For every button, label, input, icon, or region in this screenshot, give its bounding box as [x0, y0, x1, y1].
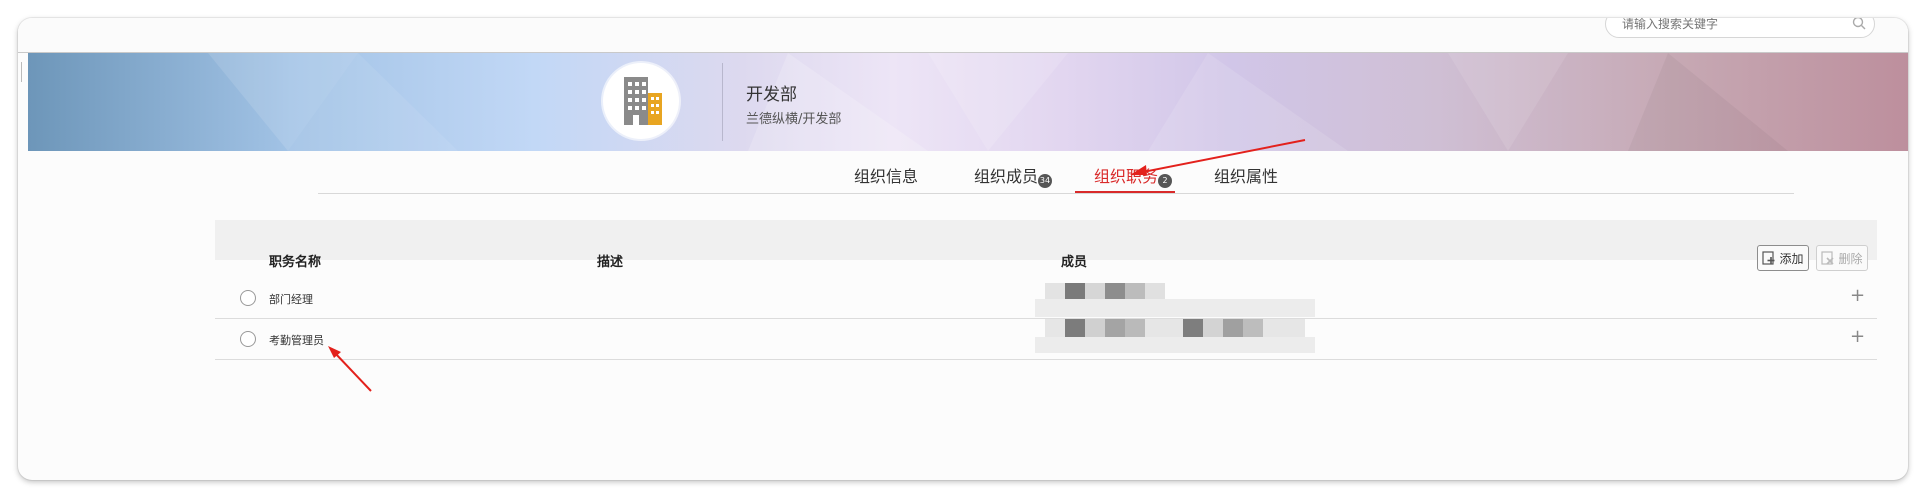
delete-icon — [1821, 251, 1835, 265]
add-icon — [1762, 251, 1775, 265]
members-count-badge: 34 — [1038, 174, 1052, 188]
row-divider — [215, 359, 1877, 360]
top-bar — [18, 18, 1908, 53]
tab-org-members[interactable]: 组织成员 — [974, 163, 1038, 187]
add-member-button[interactable]: + — [1850, 326, 1865, 347]
row-select-radio[interactable] — [240, 290, 256, 306]
positions-count-badge: 2 — [1158, 174, 1172, 188]
delete-button-label: 删除 — [1838, 251, 1863, 266]
active-tab-indicator — [1075, 191, 1175, 193]
search-input[interactable] — [1620, 18, 1844, 37]
banner-divider — [722, 63, 723, 141]
search-icon[interactable] — [1852, 18, 1866, 30]
org-banner: 开发部 兰德纵横/开发部 — [28, 53, 1908, 151]
row-select-radio[interactable] — [240, 331, 256, 347]
building-icon — [624, 77, 662, 125]
org-path: 兰德纵横/开发部 — [746, 112, 842, 127]
tab-org-info[interactable]: 组织信息 — [854, 163, 918, 187]
tab-org-positions[interactable]: 组织职务 — [1094, 163, 1158, 187]
position-name: 部门经理 — [269, 293, 313, 306]
org-name: 开发部 — [746, 85, 797, 105]
header-position-name: 职务名称 — [269, 255, 322, 270]
sidebar-edge — [21, 62, 22, 82]
members-redacted — [1035, 319, 1315, 353]
delete-button[interactable]: 删除 — [1816, 245, 1868, 271]
tabs-divider — [318, 193, 1794, 194]
banner-pattern — [208, 53, 1788, 151]
members-redacted — [1035, 283, 1315, 317]
tab-org-attributes[interactable]: 组织属性 — [1214, 163, 1278, 187]
positions-table-header — [215, 220, 1877, 260]
header-description: 描述 — [597, 255, 624, 270]
header-members: 成员 — [1061, 255, 1088, 270]
add-button[interactable]: 添加 — [1757, 245, 1809, 271]
org-avatar — [603, 63, 679, 139]
search-box[interactable] — [1605, 18, 1875, 38]
position-name: 考勤管理员 — [269, 334, 324, 347]
add-button-label: 添加 — [1779, 251, 1804, 266]
add-member-button[interactable]: + — [1850, 285, 1865, 306]
